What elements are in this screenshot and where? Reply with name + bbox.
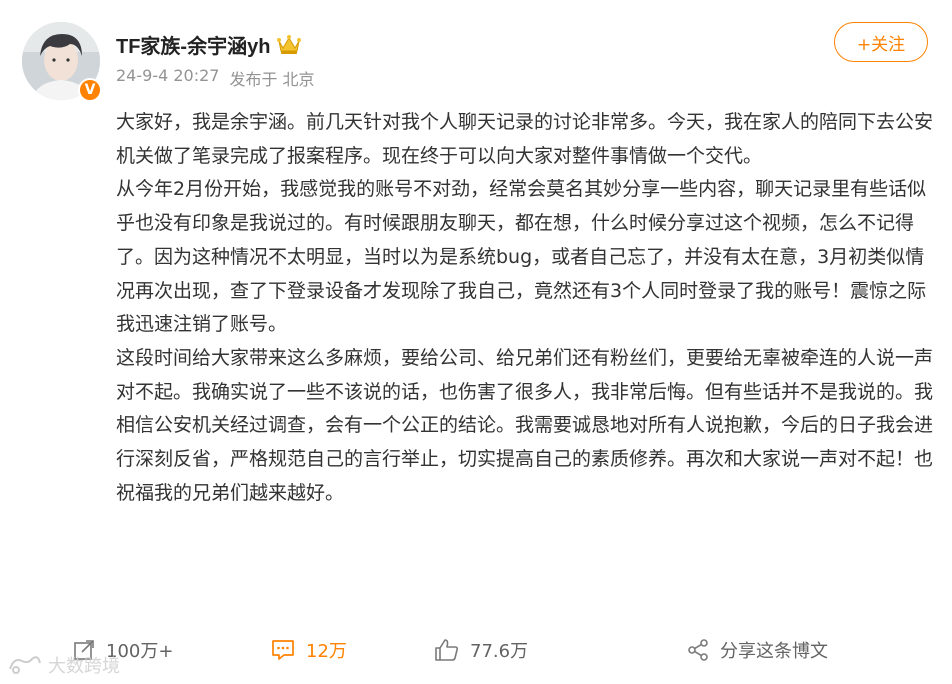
share-button[interactable]: 分享这条博文 xyxy=(686,628,828,672)
post-paragraph: 大家好，我是余宇涵。前几天针对我个人聊天记录的讨论非常多。今天，我在家人的陪同下… xyxy=(116,111,934,167)
watermark-logo-icon xyxy=(9,656,41,674)
like-count: 77.6万 xyxy=(470,641,529,662)
crown-icon xyxy=(277,35,302,54)
post-date[interactable]: 24-9-4 20:27 xyxy=(116,66,219,90)
post-location: 发布于 北京 xyxy=(229,70,315,89)
watermark-text: 大数跨境 xyxy=(48,656,120,676)
follow-button[interactable]: +关注 xyxy=(834,22,928,62)
post-paragraph: 从今年2月份开始，我感觉我的账号不对劲，经常会莫名其妙分享一些内容，聊天记录里有… xyxy=(116,178,927,336)
share-label: 分享这条博文 xyxy=(720,641,828,662)
weibo-post: V TF家族-余宇涵yh 24-9-4 20:27 发布于 北京 +关注 大家好… xyxy=(0,0,952,684)
author-name[interactable]: TF家族-余宇涵yh xyxy=(116,30,270,59)
avatar[interactable]: V xyxy=(22,22,102,102)
like-button[interactable]: 77.6万 xyxy=(434,628,528,672)
share-icon xyxy=(688,639,708,661)
watermark: 大数跨境 xyxy=(8,652,120,678)
post-paragraph: 这段时间给大家带来这么多麻烦，要给公司、给兄弟们还有粉丝们，更要给无辜被牵连的人… xyxy=(116,346,934,504)
verified-badge-icon: V xyxy=(78,78,102,102)
comment-button[interactable]: 12万 xyxy=(270,628,347,672)
post-content: 大家好，我是余宇涵。前几天针对我个人聊天记录的讨论非常多。今天，我在家人的陪同下… xyxy=(116,106,936,510)
thumbs-up-icon xyxy=(435,639,459,661)
action-bar: 100万+ 12万 77.6万 分享这条博文 xyxy=(0,628,952,672)
comment-count: 12万 xyxy=(306,641,347,662)
author-row: TF家族-余宇涵yh xyxy=(116,28,302,60)
comment-icon xyxy=(272,640,294,660)
post-meta: 24-9-4 20:27 发布于 北京 xyxy=(116,66,315,90)
